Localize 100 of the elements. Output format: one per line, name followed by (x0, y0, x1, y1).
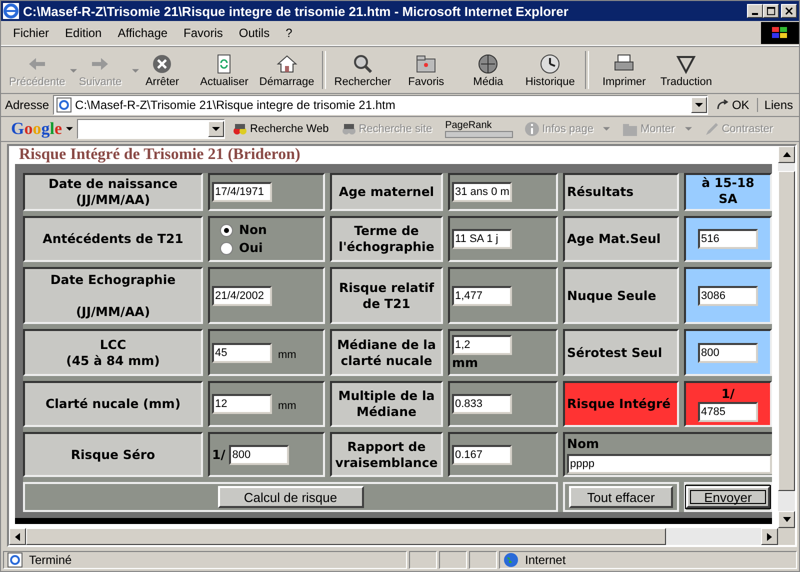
menu-item[interactable]: Affichage (110, 26, 176, 40)
page-icon (7, 552, 23, 568)
form-button[interactable]: Calcul de risque (218, 486, 364, 508)
minimize-icon (752, 13, 758, 15)
input-field[interactable]: 45 (212, 342, 272, 362)
field-label: Date Echographie (JJ/MM/AA) (23, 267, 203, 324)
field-label: Age maternel (330, 173, 443, 211)
minimize-button[interactable] (747, 4, 763, 18)
close-icon (784, 6, 794, 16)
caret-icon (132, 69, 140, 74)
toolbar-button[interactable]: Favoris (395, 49, 458, 91)
input-field[interactable]: 800 (698, 342, 758, 362)
ie-logo-icon (3, 3, 19, 19)
google-logo[interactable]: Google (11, 119, 62, 139)
dropdown-button[interactable] (690, 97, 707, 113)
field-label: Terme de l'échographie (330, 216, 443, 262)
input-field[interactable]: 1,477 (452, 286, 512, 306)
input-field[interactable]: 3086 (698, 286, 758, 306)
menu-item[interactable]: ? (278, 26, 300, 40)
globe-icon (503, 552, 519, 568)
go-arrow-icon (716, 99, 730, 111)
toolbar-button[interactable]: Imprimer (593, 49, 656, 91)
input-field[interactable]: pppp (567, 454, 772, 474)
input-field[interactable]: 31 ans 0 m (452, 182, 512, 202)
toolbar-button[interactable]: Actualiser (193, 49, 256, 91)
vertical-scrollbar[interactable] (778, 146, 795, 528)
status-text: Terminé (3, 551, 407, 569)
input-field[interactable]: 12 (212, 394, 272, 414)
folder-icon (622, 121, 638, 137)
input-field[interactable]: 0.833 (452, 394, 512, 414)
input-field[interactable]: 1,2 (452, 334, 512, 354)
caret-icon (603, 126, 610, 132)
toolbar-button[interactable]: Rechercher (330, 49, 396, 91)
close-button[interactable] (781, 4, 797, 18)
radio-option[interactable]: Oui (220, 240, 267, 256)
up-arrow-icon[interactable] (782, 152, 790, 157)
field-label: Rapport de vraisemblance (330, 432, 443, 477)
risk-label: Risque Intégré (563, 381, 679, 427)
result-label: Age Mat.Seul (563, 216, 679, 262)
address-label: Adresse (5, 98, 50, 112)
windows-logo-icon (761, 22, 799, 44)
field-label: Risque relatif de T21 (330, 267, 443, 324)
input-field[interactable]: 21/4/2002 (212, 286, 272, 306)
toolbar-button[interactable]: Recherche Web (229, 121, 332, 137)
result-label: Nuque Seule (563, 267, 679, 324)
toolbar-button[interactable]: Média (457, 49, 520, 91)
pagerank-meter: PageRank (441, 120, 518, 138)
result-label: Sérotest Seul (563, 329, 679, 376)
address-field[interactable]: C:\Masef-R-Z\Trisomie 21\Risque integre de trisomie 21.htm (53, 95, 708, 115)
field-label: Multiple de la Médiane (330, 381, 443, 427)
maximize-icon (766, 6, 776, 16)
field-label: Antécédents de T21 (23, 216, 203, 262)
result-header: à 15-18 SA (684, 173, 772, 211)
field-label: LCC (45 à 84 mm) (23, 329, 203, 376)
pen-icon (704, 121, 720, 137)
clock-icon (538, 52, 562, 76)
caret-icon (212, 126, 220, 132)
toolbar-button[interactable]: Démarrage (255, 49, 318, 91)
input-field[interactable]: 11 SA 1 j (452, 229, 512, 249)
security-zone: Internet (499, 551, 797, 569)
search-field[interactable] (77, 119, 226, 139)
menu-item[interactable]: Favoris (176, 26, 231, 40)
unit-text: mm (278, 399, 296, 414)
toolbar-button[interactable]: Arrêter (131, 49, 194, 91)
input-field[interactable]: 17/4/1971 (212, 182, 272, 202)
caret-icon (70, 69, 78, 74)
globe-icon (476, 52, 500, 76)
left-arrow-icon[interactable] (15, 532, 20, 540)
input-field[interactable]: 4785 (698, 402, 758, 422)
field-label: Risque Séro (23, 432, 203, 477)
unit-text: mm (278, 348, 296, 362)
input-field[interactable]: 800 (229, 444, 290, 464)
caret-icon (694, 102, 703, 108)
field-label: Date de naissance (JJ/MM/AA) (23, 173, 203, 211)
form-button[interactable]: Envoyer (686, 486, 770, 508)
window-title: C:\Masef-R-Z\Trisomie 21\Risque integre de trisomie 21.htm - Microsoft Internet Explorer (23, 4, 570, 18)
form-button[interactable]: Tout effacer (569, 486, 673, 508)
down-arrow-icon[interactable] (782, 517, 790, 522)
input-field[interactable]: 516 (698, 229, 758, 249)
toolbar-button[interactable]: Traduction (655, 49, 718, 91)
page-heading: Risque Intégré de Trisomie 21 (Brideron) (18, 146, 302, 164)
prefix-text: 1/ (212, 446, 226, 462)
toolbar-button[interactable]: Historique (519, 49, 582, 91)
dropdown-button[interactable] (208, 121, 224, 137)
radio-option[interactable]: Non (220, 222, 267, 238)
right-arrow-icon[interactable] (767, 532, 772, 540)
horizontal-scrollbar[interactable] (9, 528, 778, 545)
menu-item[interactable]: Outils (230, 26, 278, 40)
caret-icon (684, 126, 692, 132)
menu-item[interactable]: Fichier (5, 26, 58, 40)
info-icon (524, 121, 540, 137)
page-icon (56, 97, 72, 113)
field-label: Médiane de la clarté nucale (330, 329, 443, 376)
prefix-text: 1/ (721, 386, 735, 402)
menu-item[interactable]: Edition (57, 26, 110, 40)
go-button[interactable]: OK (712, 98, 754, 112)
binoculars-icon (340, 121, 357, 137)
maximize-button[interactable] (763, 4, 779, 18)
links-button[interactable]: Liens (757, 98, 795, 112)
input-field[interactable]: 0.167 (452, 444, 512, 464)
